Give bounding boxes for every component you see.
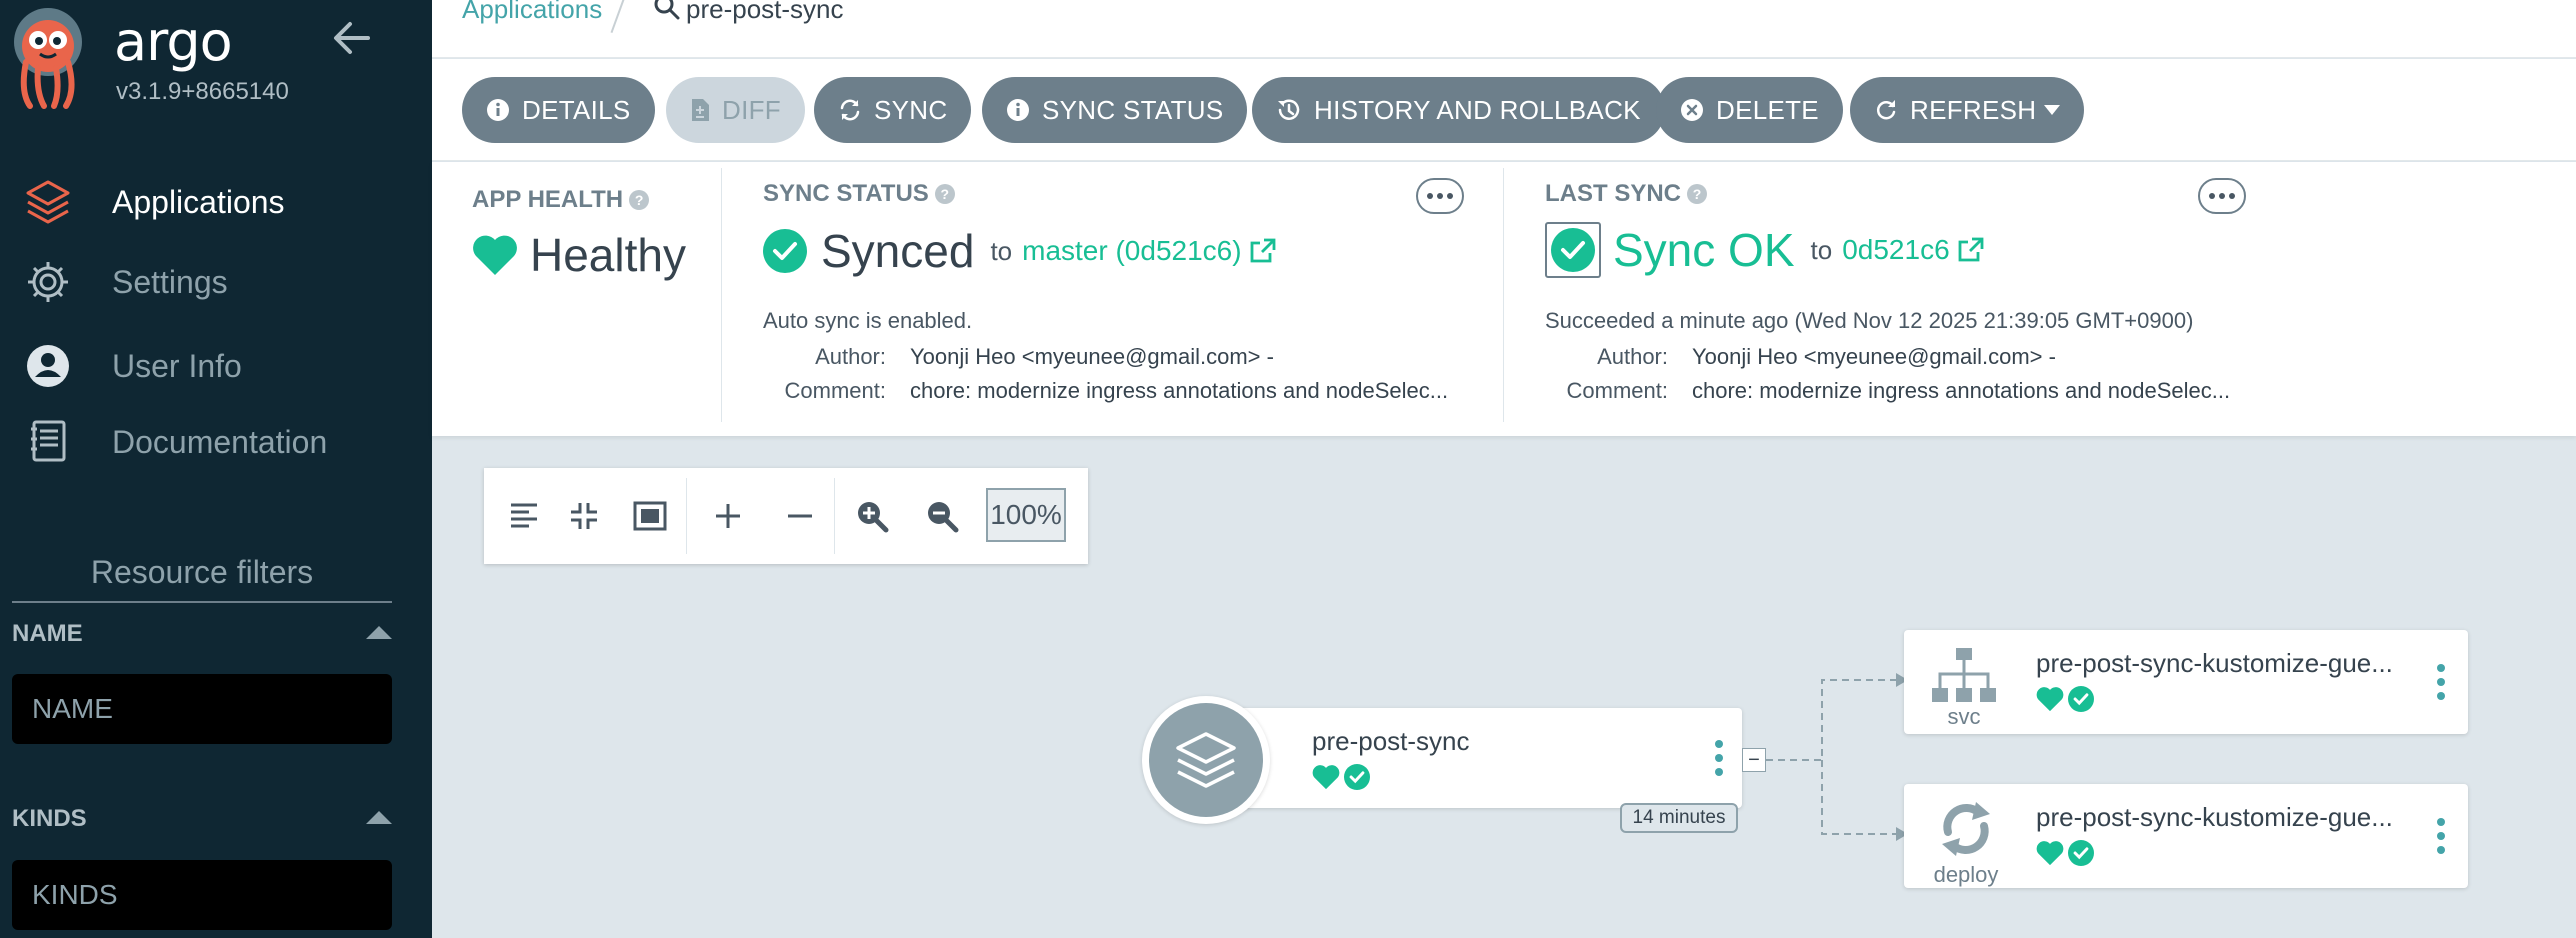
child-node-service[interactable]: svc pre-post-sync-kustomize-gue...: [1904, 630, 2468, 734]
service-kind-label: svc: [1947, 704, 1981, 729]
app-node-age: 14 minutes: [1620, 803, 1738, 833]
collapse-children-button[interactable]: −: [1742, 748, 1766, 772]
check-circle-icon: [2068, 686, 2094, 712]
child-node-deployment[interactable]: deploy pre-post-sync-kustomize-gue...: [1904, 784, 2468, 888]
deployment-icon: [1942, 802, 1990, 856]
service-node-name: pre-post-sync-kustomize-gue...: [2036, 648, 2393, 678]
service-icon: [1932, 648, 1996, 702]
app-node-icon: [1142, 696, 1270, 824]
app-node[interactable]: pre-post-sync: [1240, 708, 1742, 808]
deployment-node-menu-button[interactable]: [2434, 818, 2448, 854]
deployment-kind-label: deploy: [1933, 862, 1999, 887]
heart-icon: [2036, 841, 2064, 866]
service-node-menu-button[interactable]: [2434, 664, 2448, 700]
app-node-name: pre-post-sync: [1312, 726, 1470, 756]
app-node-status: [1312, 764, 1370, 790]
layers-icon: [1176, 732, 1236, 788]
check-circle-icon: [2068, 840, 2094, 866]
service-node-status: [2036, 686, 2094, 712]
heart-icon: [1312, 765, 1340, 790]
app-node-menu-button[interactable]: [1712, 740, 1726, 776]
heart-icon: [2036, 687, 2064, 712]
deployment-node-name: pre-post-sync-kustomize-gue...: [2036, 802, 2393, 832]
deployment-node-status: [2036, 840, 2094, 866]
check-circle-icon: [1344, 764, 1370, 790]
